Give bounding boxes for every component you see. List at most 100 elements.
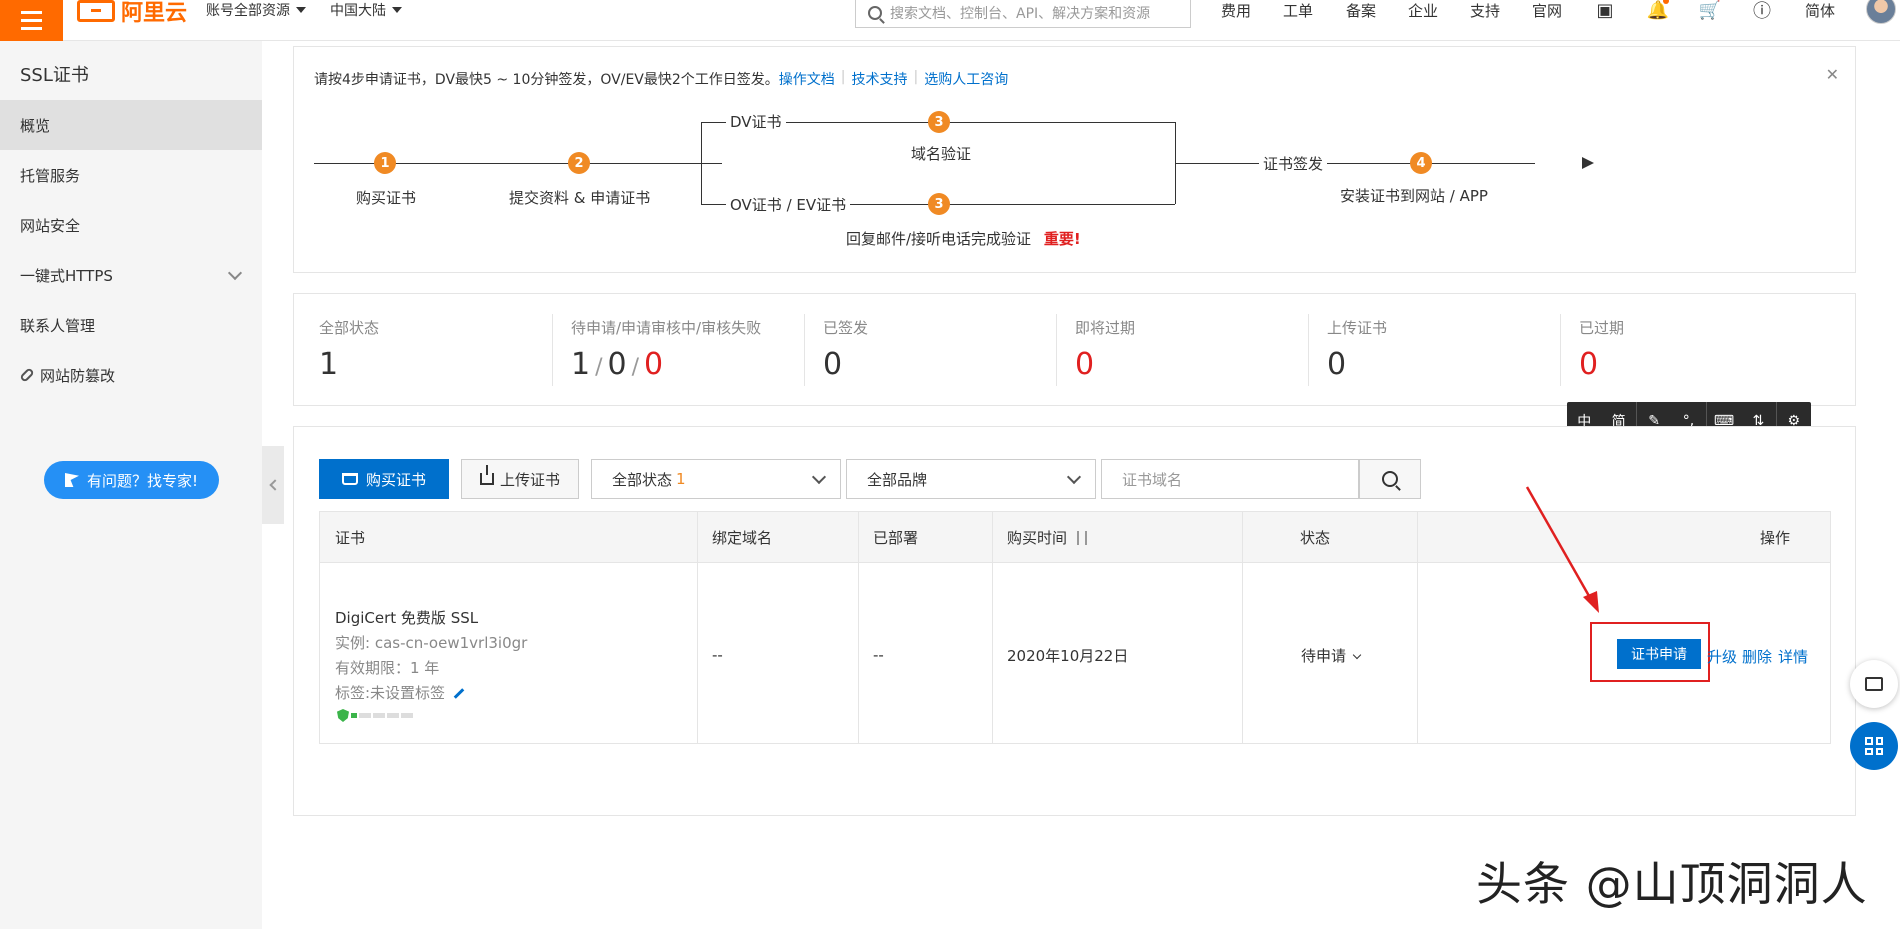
stat-value: 1/0/0 xyxy=(571,347,663,382)
terminal-icon[interactable]: ▣ xyxy=(1594,0,1616,21)
status-filter-select[interactable]: 全部状态 1 xyxy=(591,459,841,499)
global-search-input[interactable]: 搜索文档、控制台、API、解决方案和资源 xyxy=(855,0,1191,28)
domain-verify-label: 域名验证 xyxy=(911,145,972,163)
sort-icon[interactable] xyxy=(1077,530,1088,545)
cart-icon xyxy=(341,473,358,485)
security-level-indicator xyxy=(337,709,413,722)
ask-expert-button[interactable]: 有问题？找专家! xyxy=(44,461,219,499)
stat-issued[interactable]: 已签发 0 xyxy=(798,294,1050,407)
brand-filter-select[interactable]: 全部品牌 xyxy=(846,459,1096,499)
sidebar-title: SSL证书 xyxy=(20,65,89,86)
nav-tickets[interactable]: 工单 xyxy=(1283,0,1313,21)
sidebar-item-overview[interactable]: 概览 xyxy=(0,100,262,150)
step-4-badge: 4 xyxy=(1410,152,1432,174)
delete-link[interactable]: 删除 xyxy=(1742,646,1772,667)
stat-expiring[interactable]: 即将过期 0 xyxy=(1050,294,1302,407)
certificate-stats: 全部状态 1 待申请/申请审核中/审核失败 1/0/0 已签发 0 即将过期 0… xyxy=(293,293,1856,406)
caret-down-icon xyxy=(296,7,306,13)
search-button[interactable] xyxy=(1359,459,1421,499)
level-bar-segment xyxy=(401,713,413,718)
status-filter-count: 1 xyxy=(676,470,686,488)
stat-value: 0 xyxy=(1327,347,1347,382)
chevron-down-icon xyxy=(1066,469,1082,485)
buy-certificate-button[interactable]: 购买证书 xyxy=(319,459,449,499)
caret-down-icon xyxy=(392,7,402,13)
help-icon[interactable]: ⓘ xyxy=(1751,0,1773,22)
sidebar-item-anti-tamper[interactable]: 网站防篡改 xyxy=(0,350,262,400)
status-dropdown[interactable]: 待申请 xyxy=(1301,645,1362,666)
bell-icon[interactable]: 🔔 xyxy=(1647,0,1669,21)
sidebar-item-one-click-https[interactable]: 一键式HTTPS xyxy=(0,250,262,300)
step-1-badge: 1 xyxy=(374,152,396,174)
chat-button[interactable] xyxy=(1850,660,1898,708)
apply-certificate-button[interactable]: 证书申请 xyxy=(1617,639,1701,669)
column-header-deployed: 已部署 xyxy=(873,529,919,547)
stat-uploaded[interactable]: 上传证书 0 xyxy=(1302,294,1554,407)
guide-intro: 请按4步申请证书，DV最快5 ~ 10分钟签发，OV/EV最快2个工作日签发。 … xyxy=(314,69,1008,89)
stat-pending[interactable]: 待申请/申请审核中/审核失败 1/0/0 xyxy=(546,294,798,407)
domain-search-placeholder: 证书域名 xyxy=(1122,470,1183,489)
watermark: 头条 @山顶洞洞人 xyxy=(1476,857,1868,911)
notification-dot xyxy=(1663,0,1669,4)
buy-certificate-label: 购买证书 xyxy=(365,470,426,489)
link-consult[interactable]: 选购人工咨询 xyxy=(924,69,1008,89)
chevron-down-icon xyxy=(227,265,243,281)
important-warning: 重要! xyxy=(1043,230,1081,248)
edit-tag-icon[interactable] xyxy=(453,688,465,699)
nav-fees[interactable]: 费用 xyxy=(1221,0,1251,21)
detail-link[interactable]: 详情 xyxy=(1778,646,1808,667)
separator: / xyxy=(631,355,640,380)
issue-label: 证书签发 xyxy=(1259,153,1328,174)
separator: / xyxy=(595,355,603,380)
close-icon[interactable]: ✕ xyxy=(1826,65,1839,84)
apps-button[interactable] xyxy=(1850,722,1898,770)
menu-icon[interactable] xyxy=(0,0,63,41)
link-docs[interactable]: 操作文档 xyxy=(779,69,835,89)
sidebar-collapse-handle[interactable] xyxy=(262,446,284,524)
nav-icp[interactable]: 备案 xyxy=(1346,0,1376,21)
account-scope-dropdown[interactable]: 账号全部资源 xyxy=(206,0,306,20)
sidebar-item-label: 网站防篡改 xyxy=(40,366,116,385)
stat-label: 即将过期 xyxy=(1075,319,1136,337)
sidebar-item-managed-service[interactable]: 托管服务 xyxy=(0,150,262,200)
failed-count: 0 xyxy=(644,347,664,382)
cert-instance-id: 实例: cas-cn-oew1vrl3i0gr xyxy=(335,634,528,652)
column-header-purchase-time-label: 购买时间 xyxy=(1007,529,1068,547)
region-dropdown[interactable]: 中国大陆 xyxy=(330,0,402,20)
link-tech-support[interactable]: 技术支持 xyxy=(852,69,908,89)
sidebar: SSL证书 概览 托管服务 网站安全 一键式HTTPS 联系人管理 网站防篡改 … xyxy=(0,41,262,929)
sidebar-item-contacts[interactable]: 联系人管理 xyxy=(0,300,262,350)
stat-expired[interactable]: 已过期 0 xyxy=(1554,294,1806,407)
step-2-badge: 2 xyxy=(568,152,590,174)
pending-count: 1 xyxy=(571,347,591,382)
upgrade-link[interactable]: 升级 xyxy=(1707,646,1737,667)
apply-guide-panel: 请按4步申请证书，DV最快5 ~ 10分钟签发，OV/EV最快2个工作日签发。 … xyxy=(293,46,1856,273)
column-divider xyxy=(992,512,993,743)
sidebar-item-website-security[interactable]: 网站安全 xyxy=(0,200,262,250)
cert-validity: 有效期限：1 年 xyxy=(335,659,440,677)
chevron-left-icon xyxy=(268,479,281,491)
upload-certificate-button[interactable]: 上传证书 xyxy=(461,459,579,499)
column-header-purchase-time[interactable]: 购买时间 xyxy=(992,512,1088,563)
nav-official-site[interactable]: 官网 xyxy=(1532,0,1562,21)
domain-search-input[interactable]: 证书域名 xyxy=(1101,459,1359,499)
avatar[interactable] xyxy=(1866,0,1896,24)
stat-all[interactable]: 全部状态 1 xyxy=(294,294,546,407)
nav-support[interactable]: 支持 xyxy=(1470,0,1500,21)
divider: | xyxy=(840,69,846,85)
sidebar-item-label: 网站安全 xyxy=(20,216,81,235)
aliyun-logo[interactable]: 阿里云 xyxy=(77,0,187,26)
language-switch[interactable]: 简体 xyxy=(1805,0,1835,21)
stat-label: 待申请/申请审核中/审核失败 xyxy=(571,319,762,337)
shield-icon xyxy=(337,709,349,722)
stat-label: 已过期 xyxy=(1579,319,1625,337)
step-3-badge: 3 xyxy=(928,111,950,133)
step-3-badge: 3 xyxy=(928,193,950,215)
cart-icon[interactable]: 🛒 xyxy=(1699,0,1721,21)
stat-label: 已签发 xyxy=(823,319,869,337)
nav-enterprise[interactable]: 企业 xyxy=(1408,0,1438,21)
search-icon xyxy=(1382,471,1398,487)
stat-value: 1 xyxy=(319,347,339,382)
sidebar-item-label: 概览 xyxy=(20,116,51,135)
ask-expert-label: 有问题？找专家! xyxy=(86,471,198,490)
